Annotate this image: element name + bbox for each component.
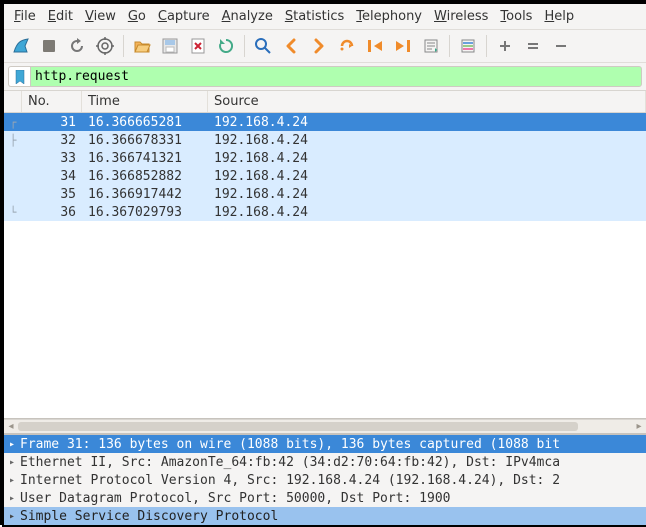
save-icon[interactable] — [157, 33, 183, 59]
toolbar — [4, 30, 646, 63]
cell-time: 16.366665281 — [82, 115, 208, 130]
expand-icon[interactable]: ▸ — [6, 439, 18, 450]
packet-row[interactable]: 3416.366852882192.168.4.24 — [4, 167, 646, 185]
packet-list-body[interactable]: ┌3116.366665281192.168.4.24├3216.3666783… — [4, 113, 646, 418]
menu-analyze[interactable]: Analyze — [218, 7, 277, 26]
toolbar-separator — [486, 35, 487, 57]
restart-icon[interactable] — [64, 33, 90, 59]
tree-glyph — [4, 171, 22, 182]
menu-wireless[interactable]: Wireless — [430, 7, 492, 26]
scrollbar-thumb[interactable] — [18, 422, 578, 431]
scroll-right-icon[interactable]: ▸ — [632, 420, 646, 433]
autoscroll-icon[interactable] — [418, 33, 444, 59]
packet-details-pane[interactable]: ▸Frame 31: 136 bytes on wire (1088 bits)… — [4, 435, 646, 525]
packet-list-pane: No. Time Source ┌3116.366665281192.168.4… — [4, 91, 646, 419]
menu-bar: FileEditViewGoCaptureAnalyzeStatisticsTe… — [4, 4, 646, 30]
tree-glyph — [4, 189, 22, 200]
cell-no: 34 — [22, 169, 82, 184]
tree-glyph — [4, 153, 22, 164]
detail-text: Ethernet II, Src: AmazonTe_64:fb:42 (34:… — [20, 455, 560, 470]
packet-row[interactable]: └3616.367029793192.168.4.24 — [4, 203, 646, 221]
detail-row[interactable]: ▸Ethernet II, Src: AmazonTe_64:fb:42 (34… — [4, 453, 646, 471]
menu-go[interactable]: Go — [124, 7, 150, 26]
bookmark-icon[interactable] — [8, 66, 30, 87]
packet-row[interactable]: ├3216.366678331192.168.4.24 — [4, 131, 646, 149]
menu-view[interactable]: View — [81, 7, 120, 26]
reload-icon[interactable] — [213, 33, 239, 59]
colorize-icon[interactable] — [455, 33, 481, 59]
tree-glyph: ┌ — [4, 117, 22, 128]
horizontal-scrollbar[interactable]: ◂ ▸ — [4, 419, 646, 435]
expand-icon[interactable]: ▸ — [6, 511, 18, 522]
toolbar-separator — [123, 35, 124, 57]
packet-row[interactable]: 3316.366741321192.168.4.24 — [4, 149, 646, 167]
scroll-left-icon[interactable]: ◂ — [4, 420, 18, 433]
packet-row[interactable]: ┌3116.366665281192.168.4.24 — [4, 113, 646, 131]
detail-row[interactable]: ▸User Datagram Protocol, Src Port: 50000… — [4, 489, 646, 507]
nav-forward-icon[interactable] — [306, 33, 332, 59]
menu-edit[interactable]: Edit — [44, 7, 77, 26]
options-icon[interactable] — [92, 33, 118, 59]
cell-time: 16.366917442 — [82, 187, 208, 202]
menu-help[interactable]: Help — [540, 7, 578, 26]
cell-no: 32 — [22, 133, 82, 148]
cell-no: 31 — [22, 115, 82, 130]
tree-glyph: └ — [4, 207, 22, 218]
detail-text: Frame 31: 136 bytes on wire (1088 bits),… — [20, 437, 560, 452]
detail-text: User Datagram Protocol, Src Port: 50000,… — [20, 491, 450, 506]
zoom-in-icon[interactable] — [492, 33, 518, 59]
tree-glyph: ├ — [4, 135, 22, 146]
expand-icon[interactable]: ▸ — [6, 475, 18, 486]
expand-icon[interactable]: ▸ — [6, 493, 18, 504]
toolbar-separator — [449, 35, 450, 57]
cell-source: 192.168.4.24 — [208, 169, 646, 184]
menu-capture[interactable]: Capture — [154, 7, 214, 26]
detail-row[interactable]: ▸Frame 31: 136 bytes on wire (1088 bits)… — [4, 435, 646, 453]
expand-icon[interactable]: ▸ — [6, 457, 18, 468]
cell-time: 16.366741321 — [82, 151, 208, 166]
display-filter-bar — [4, 63, 646, 91]
cell-no: 33 — [22, 151, 82, 166]
menu-file[interactable]: File — [10, 7, 40, 26]
jump-icon[interactable] — [334, 33, 360, 59]
detail-row[interactable]: ▸Internet Protocol Version 4, Src: 192.1… — [4, 471, 646, 489]
stop-icon[interactable] — [36, 33, 62, 59]
cell-source: 192.168.4.24 — [208, 151, 646, 166]
menu-statistics[interactable]: Statistics — [281, 7, 348, 26]
column-header-time[interactable]: Time — [82, 91, 208, 112]
column-header-no[interactable]: No. — [22, 91, 82, 112]
open-icon[interactable] — [129, 33, 155, 59]
goto-last-icon[interactable] — [390, 33, 416, 59]
menu-tools[interactable]: Tools — [496, 7, 536, 26]
detail-row[interactable]: ▸Simple Service Discovery Protocol — [4, 507, 646, 525]
detail-text: Internet Protocol Version 4, Src: 192.16… — [20, 473, 560, 488]
packet-row[interactable]: 3516.366917442192.168.4.24 — [4, 185, 646, 203]
cell-no: 35 — [22, 187, 82, 202]
close-file-icon[interactable] — [185, 33, 211, 59]
cell-time: 16.367029793 — [82, 205, 208, 220]
cell-no: 36 — [22, 205, 82, 220]
display-filter-input[interactable] — [30, 66, 642, 87]
packet-list-header[interactable]: No. Time Source — [4, 91, 646, 113]
cell-time: 16.366852882 — [82, 169, 208, 184]
cell-source: 192.168.4.24 — [208, 133, 646, 148]
toolbar-separator — [244, 35, 245, 57]
goto-first-icon[interactable] — [362, 33, 388, 59]
cell-source: 192.168.4.24 — [208, 115, 646, 130]
column-header-source[interactable]: Source — [208, 91, 646, 112]
menu-telephony[interactable]: Telephony — [352, 7, 426, 26]
cell-source: 192.168.4.24 — [208, 205, 646, 220]
zoom-out-icon[interactable] — [548, 33, 574, 59]
cell-source: 192.168.4.24 — [208, 187, 646, 202]
detail-text: Simple Service Discovery Protocol — [20, 509, 278, 524]
cell-time: 16.366678331 — [82, 133, 208, 148]
zoom-reset-icon[interactable] — [520, 33, 546, 59]
find-icon[interactable] — [250, 33, 276, 59]
shark-fin-icon[interactable] — [8, 33, 34, 59]
nav-back-icon[interactable] — [278, 33, 304, 59]
